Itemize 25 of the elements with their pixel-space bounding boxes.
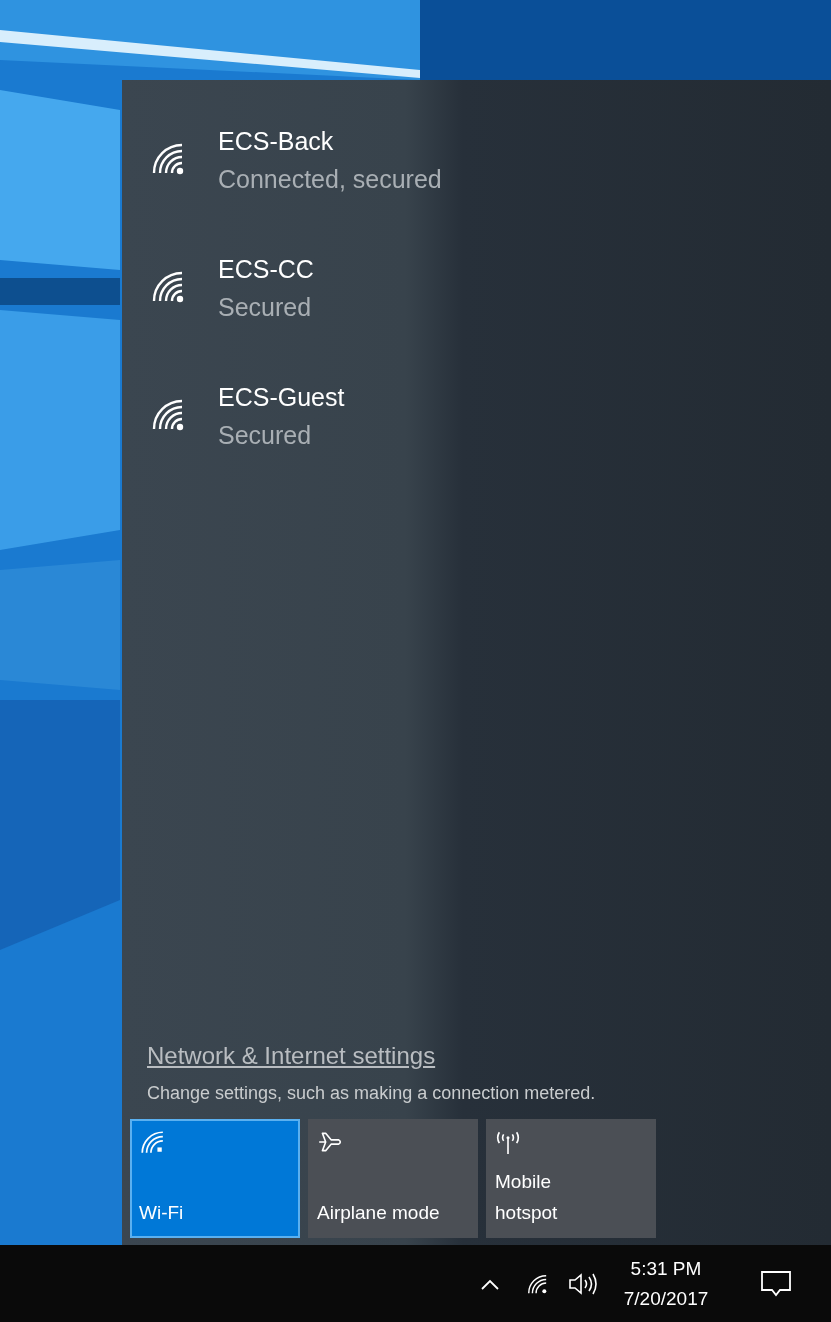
network-status: Secured	[218, 420, 313, 451]
network-item[interactable]: ECS-Guest Secured	[130, 381, 550, 451]
quick-action-tile[interactable]: Airplane mode	[308, 1119, 478, 1238]
wifi-icon	[139, 1129, 165, 1155]
network-item[interactable]: ECS-Back Connected, secured	[130, 125, 550, 195]
network-status: Secured	[218, 292, 313, 323]
quick-action-tile[interactable]: Mobile hotspot	[486, 1119, 656, 1238]
quick-action-tile[interactable]: Wi-Fi	[130, 1119, 300, 1238]
clock-time[interactable]: 5:31 PM	[630, 1253, 702, 1284]
volume-icon[interactable]	[568, 1271, 598, 1296]
network-item[interactable]: ECS-CC Secured	[130, 253, 550, 323]
wifi-icon	[150, 269, 186, 305]
antenna-icon	[495, 1129, 521, 1155]
notification-icon[interactable]	[760, 1269, 792, 1298]
settings-description: Change settings, such as making a connection metered.	[147, 1082, 596, 1105]
settings-link[interactable]: Network & Internet settings	[147, 1041, 436, 1071]
chevron-up-icon[interactable]	[480, 1277, 500, 1290]
network-name: ECS-CC	[218, 254, 314, 285]
wifi-icon	[150, 397, 186, 433]
wifi-icon[interactable]	[526, 1272, 548, 1295]
wifi-icon	[150, 141, 186, 177]
network-name: ECS-Guest	[218, 382, 345, 413]
clock-date[interactable]: 7/20/2017	[623, 1283, 709, 1314]
network-status: Connected, secured	[218, 164, 442, 195]
network-name: ECS-Back	[218, 126, 335, 157]
